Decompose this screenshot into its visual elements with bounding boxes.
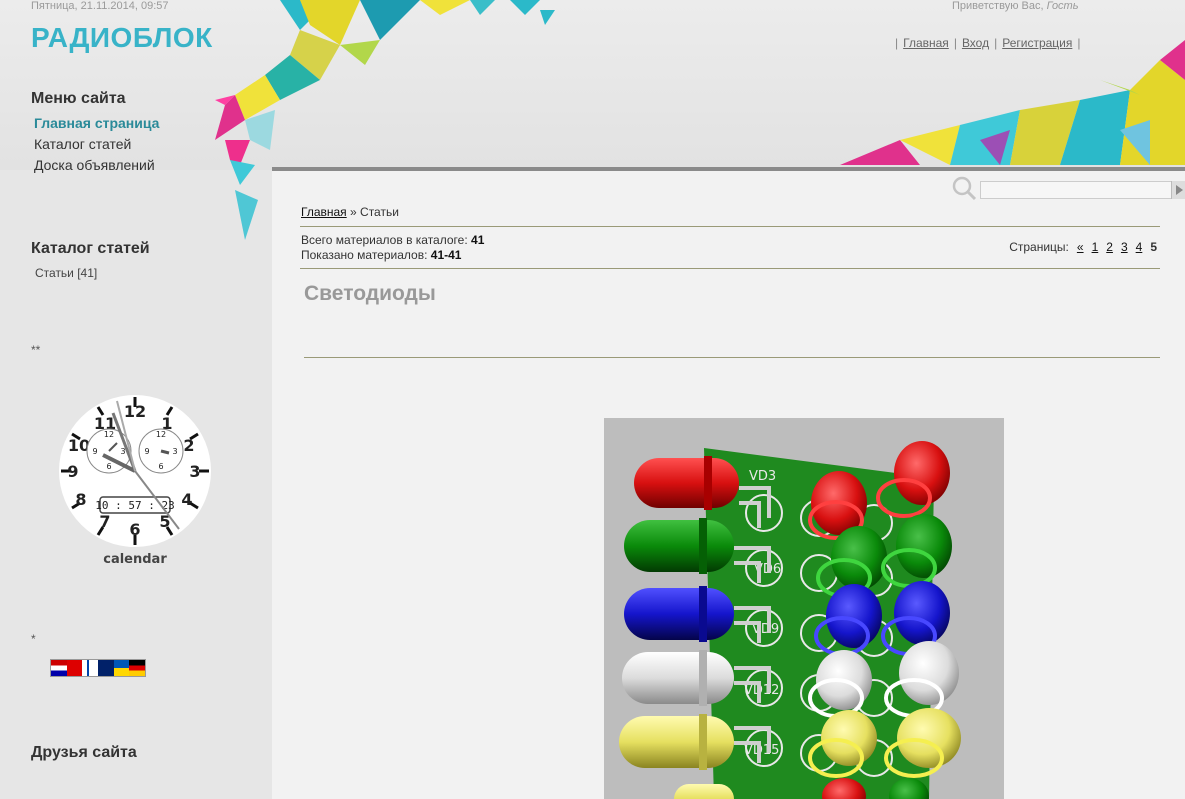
greeting-prefix: Приветствую Вас, xyxy=(952,0,1044,12)
pcb-label: VD3 xyxy=(749,469,776,484)
search-submit-button[interactable] xyxy=(1171,181,1185,199)
nav-login-link[interactable]: Вход xyxy=(962,36,989,50)
catalog-stats: Всего материалов в каталоге: 41 Показано… xyxy=(301,233,484,263)
flag-icon[interactable] xyxy=(113,660,130,676)
pages-label: Страницы: xyxy=(1009,240,1069,254)
svg-text:12: 12 xyxy=(124,402,146,421)
breadcrumb-separator: » xyxy=(346,205,361,219)
clock-label: calendar xyxy=(103,552,167,567)
total-label: Всего материалов в каталоге: xyxy=(301,233,468,247)
menu-item-catalog[interactable]: Каталог статей xyxy=(34,136,131,152)
top-nav: | Главная | Вход | Регистрация | xyxy=(890,36,1086,50)
shown-value: 41-41 xyxy=(430,248,462,262)
arrow-right-icon xyxy=(1176,185,1183,195)
catalog-title: Каталог статей xyxy=(31,240,150,257)
svg-text:8: 8 xyxy=(75,490,86,509)
language-flags[interactable] xyxy=(50,659,146,677)
total-value: 41 xyxy=(471,233,485,247)
svg-text:3: 3 xyxy=(189,462,200,481)
shown-label: Показано материалов: xyxy=(301,248,428,262)
search-input[interactable] xyxy=(980,181,1185,199)
nav-separator: | xyxy=(895,36,899,50)
menu-item-home[interactable]: Главная страница xyxy=(34,115,159,131)
flag-icon[interactable] xyxy=(82,660,99,676)
page-prev-link[interactable]: « xyxy=(1077,240,1084,254)
svg-text:6: 6 xyxy=(158,462,163,471)
article-image[interactable]: VD3 VD6 VD9 VD12 VD15 xyxy=(604,418,1004,799)
site-logo[interactable]: РАДИОБЛОК xyxy=(31,22,213,54)
svg-text:6: 6 xyxy=(129,520,140,539)
svg-text:9: 9 xyxy=(92,447,97,456)
nav-register-link[interactable]: Регистрация xyxy=(1002,36,1072,50)
flag-icon[interactable] xyxy=(129,660,146,676)
page-link-3[interactable]: 3 xyxy=(1121,240,1128,254)
date-time: Пятница, 21.11.2014, 09:57 xyxy=(31,0,169,12)
block-title-star: * xyxy=(31,632,36,646)
clock-digital-time: 10 : 57 : 23 xyxy=(95,499,174,512)
divider xyxy=(300,268,1160,269)
flag-icon[interactable] xyxy=(98,660,114,676)
svg-text:2: 2 xyxy=(183,436,194,455)
flag-icon[interactable] xyxy=(66,660,83,676)
catalog-item-articles[interactable]: Статьи [41] xyxy=(35,266,97,280)
breadcrumb-current: Статьи xyxy=(360,205,399,219)
svg-text:3: 3 xyxy=(172,447,177,456)
page-link-2[interactable]: 2 xyxy=(1106,240,1113,254)
page-current: 5 xyxy=(1150,240,1157,254)
pcb-label: VD12 xyxy=(744,683,779,698)
pcb-label: VD15 xyxy=(744,743,779,758)
greeting-user: Гость xyxy=(1046,0,1079,12)
svg-text:12: 12 xyxy=(104,430,114,439)
divider xyxy=(300,226,1160,227)
page-link-4[interactable]: 4 xyxy=(1136,240,1143,254)
pagination: Страницы: « 1 2 3 4 5 xyxy=(1009,240,1157,254)
svg-text:4: 4 xyxy=(181,490,192,509)
search-icon[interactable] xyxy=(951,175,977,201)
svg-text:7: 7 xyxy=(99,512,110,531)
svg-text:3: 3 xyxy=(120,447,125,456)
svg-text:6: 6 xyxy=(106,462,111,471)
nav-separator: | xyxy=(1077,36,1081,50)
breadcrumb-home-link[interactable]: Главная xyxy=(301,205,347,219)
svg-text:9: 9 xyxy=(144,447,149,456)
menu-item-board[interactable]: Доска объявлений xyxy=(34,157,155,173)
led-board-image: VD3 VD6 VD9 VD12 VD15 xyxy=(604,418,1004,799)
svg-text:9: 9 xyxy=(67,462,78,481)
category-title: Светодиоды xyxy=(304,282,436,305)
friends-title: Друзья сайта xyxy=(31,744,137,761)
menu-title: Меню сайта xyxy=(31,90,126,107)
breadcrumb: Главная » Статьи xyxy=(301,205,399,219)
clock-widget[interactable]: 12 1 2 3 4 5 6 7 8 9 10 11 12369 12369 1… xyxy=(57,393,213,573)
nav-separator: | xyxy=(994,36,998,50)
nav-home-link[interactable]: Главная xyxy=(903,36,949,50)
flag-icon[interactable] xyxy=(51,660,67,676)
svg-text:12: 12 xyxy=(156,430,166,439)
divider xyxy=(304,357,1160,358)
greeting: Приветствую Вас, Гость xyxy=(952,0,1079,12)
block-title-stars: ** xyxy=(31,343,41,357)
page-link-1[interactable]: 1 xyxy=(1092,240,1099,254)
nav-separator: | xyxy=(953,36,957,50)
